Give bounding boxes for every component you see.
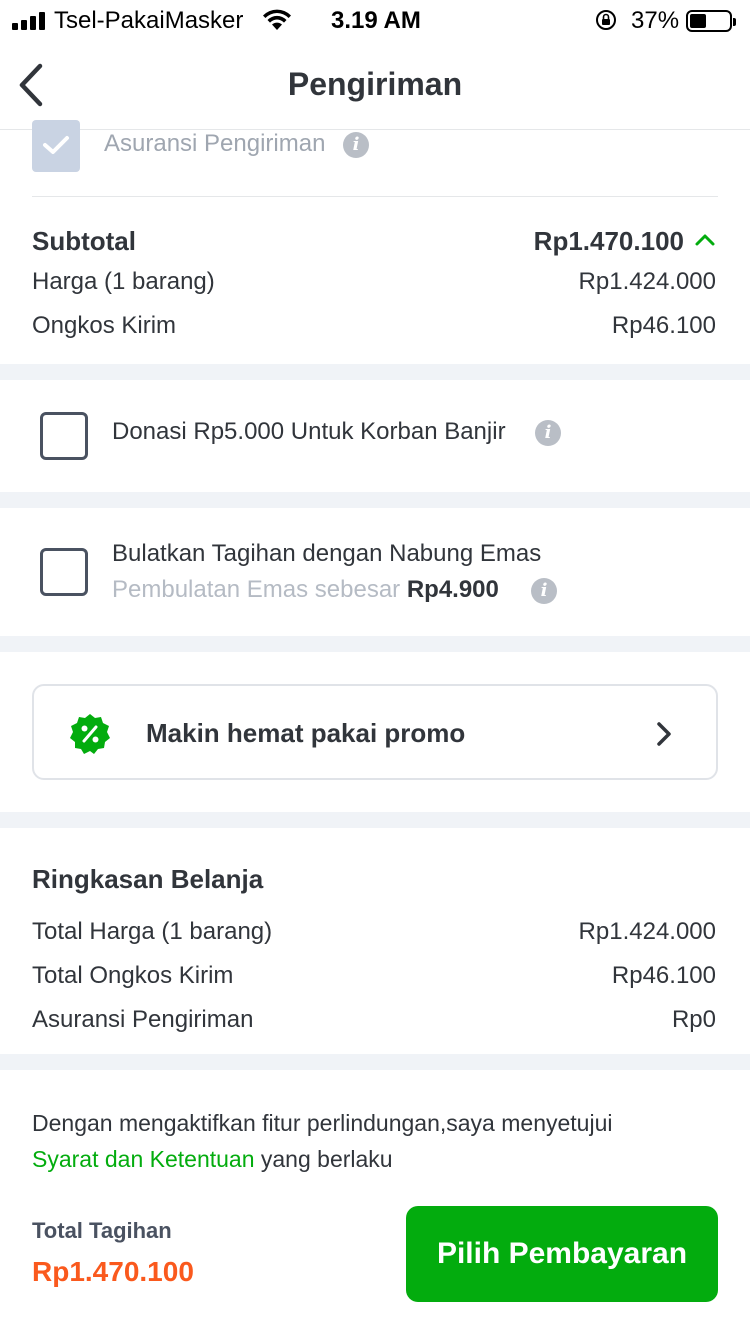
battery-icon — [686, 10, 736, 32]
summary-shipping-value: Rp46.100 — [611, 962, 716, 989]
battery-percent: 37% — [631, 7, 680, 34]
carrier-name: Tsel-PakaiMasker — [54, 7, 244, 34]
page-title: Pengiriman — [287, 66, 463, 102]
summary-title: Ringkasan Belanja — [32, 864, 264, 894]
promo-button[interactable]: Makin hemat pakai promo — [32, 684, 718, 780]
shipping-cost-value: Rp46.100 — [611, 312, 716, 339]
section-separator — [0, 636, 750, 652]
round-up-amount: Rp4.900 — [406, 576, 499, 603]
summary-insurance-label: Asuransi Pengiriman — [32, 1006, 254, 1033]
section-separator — [0, 812, 750, 828]
insurance-label: Asuransi Pengiriman — [104, 130, 326, 157]
total-bill-value: Rp1.470.100 — [32, 1256, 194, 1287]
donation-label: Donasi Rp5.000 Untuk Korban Banjir — [112, 418, 506, 445]
shipping-cost-label: Ongkos Kirim — [32, 312, 177, 339]
summary-total-price-value: Rp1.424.000 — [578, 918, 716, 945]
summary-insurance-value: Rp0 — [671, 1006, 716, 1033]
price-value: Rp1.424.000 — [578, 268, 716, 295]
section-separator — [0, 364, 750, 380]
terms-text: Dengan mengaktifkan fitur perlindungan,s… — [32, 1110, 613, 1136]
subtotal-value: Rp1.470.100 — [533, 226, 684, 256]
status-bar: Tsel-PakaiMasker 3.19 AM 37% — [0, 0, 750, 40]
donation-checkbox[interactable] — [40, 412, 88, 460]
checkmark-icon — [43, 136, 69, 154]
divider — [32, 196, 718, 197]
wifi-icon — [263, 9, 291, 30]
round-up-subtext: Pembulatan Emas sebesar Rp4.900 — [112, 576, 499, 604]
round-up-label: Bulatkan Tagihan dengan Nabung Emas — [112, 540, 542, 567]
discount-badge-icon — [70, 714, 110, 754]
info-icon[interactable]: i — [535, 420, 561, 446]
promo-label: Makin hemat pakai promo — [146, 718, 466, 748]
section-separator — [0, 492, 750, 508]
signal-icon — [12, 12, 48, 30]
choose-payment-button[interactable]: Pilih Pembayaran — [406, 1206, 718, 1302]
terms-line-2: Syarat dan Ketentuan yang berlaku — [32, 1146, 393, 1173]
top-navigation-bar: Pengiriman — [0, 40, 750, 130]
rotation-lock-icon — [596, 10, 616, 30]
chevron-up-icon[interactable] — [694, 232, 716, 248]
terms-link[interactable]: Syarat dan Ketentuan — [32, 1146, 255, 1172]
clock: 3.19 AM — [331, 7, 421, 34]
round-up-checkbox[interactable] — [40, 548, 88, 596]
insurance-checkbox[interactable] — [32, 120, 80, 172]
price-label: Harga (1 barang) — [32, 268, 215, 295]
terms-suffix: yang berlaku — [254, 1146, 393, 1172]
info-icon[interactable]: i — [343, 132, 369, 158]
chevron-right-icon — [657, 722, 671, 746]
total-bill-label: Total Tagihan — [32, 1218, 172, 1243]
info-icon[interactable]: i — [531, 578, 557, 604]
section-separator — [0, 1054, 750, 1070]
round-up-subtext-prefix: Pembulatan Emas sebesar — [112, 576, 401, 603]
summary-total-price-label: Total Harga (1 barang) — [32, 918, 273, 945]
summary-shipping-label: Total Ongkos Kirim — [32, 962, 234, 989]
subtotal-label: Subtotal — [32, 226, 136, 256]
